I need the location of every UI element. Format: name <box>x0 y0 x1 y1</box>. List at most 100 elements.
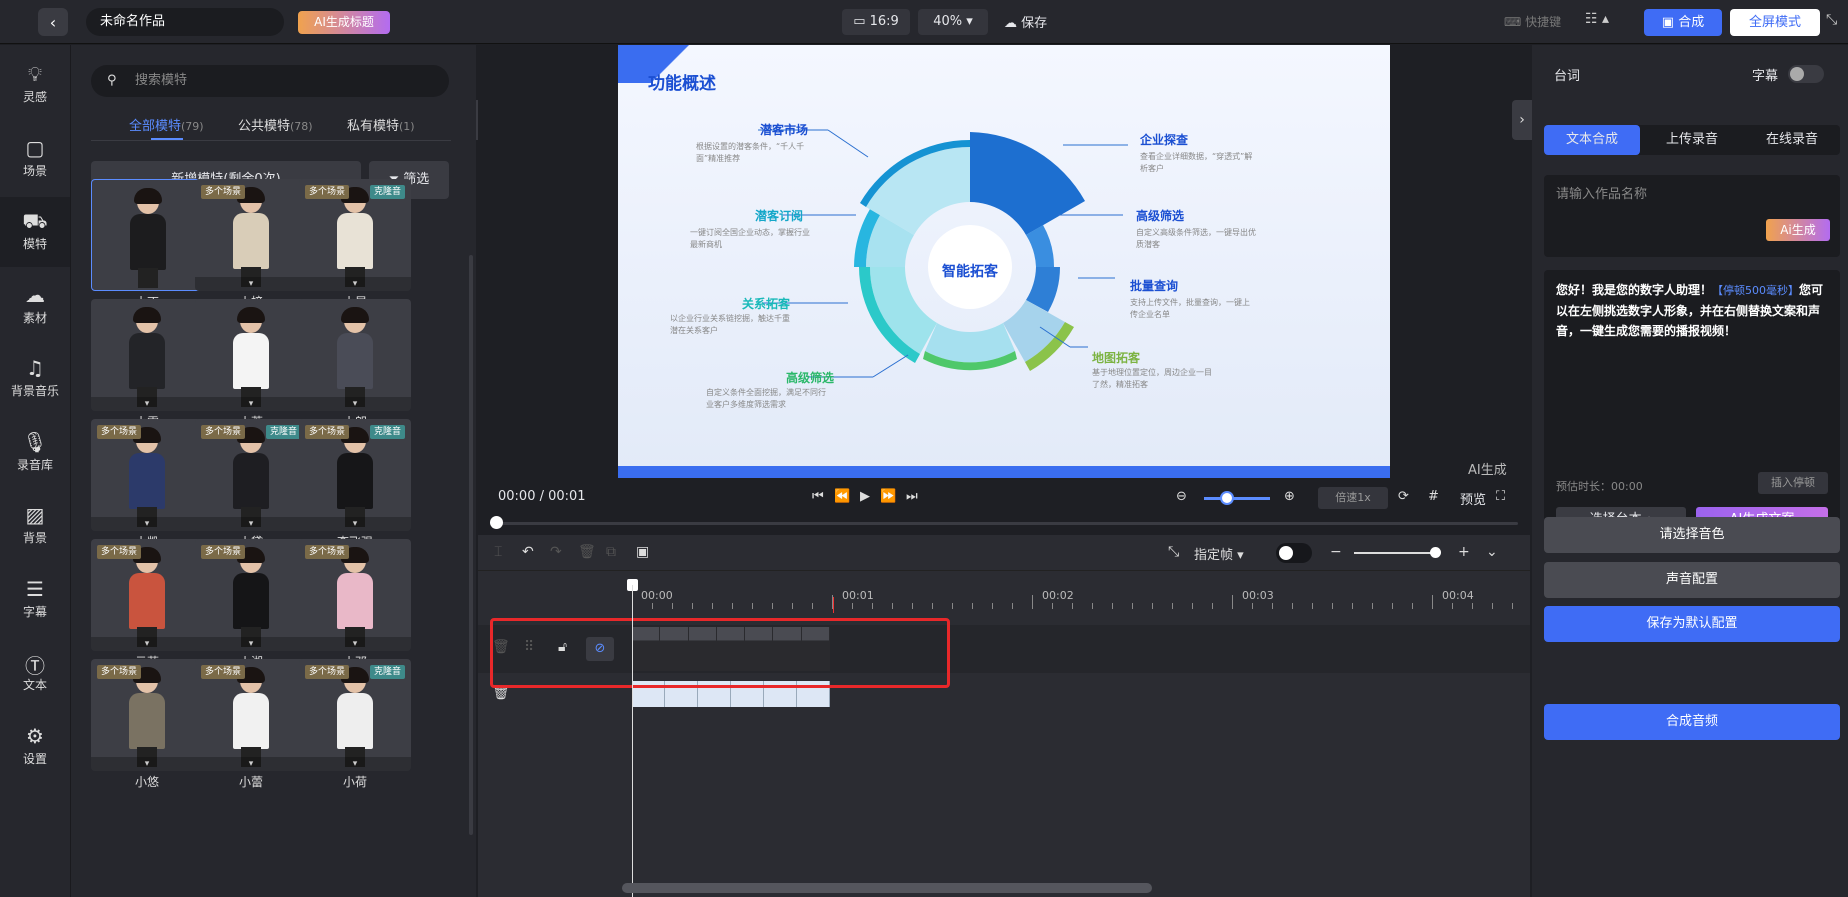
zoom-in-icon[interactable]: ⊕ <box>1284 489 1295 504</box>
timeline-zoom-slider[interactable] <box>1354 552 1436 554</box>
expand-icon[interactable]: ▾ <box>195 637 307 651</box>
model-card[interactable]: ▾ <box>299 299 411 411</box>
preview-button[interactable]: 预览 <box>1460 489 1486 508</box>
model-card[interactable]: 多个场景 ▾ <box>195 179 307 291</box>
collapse-right-button[interactable]: › <box>1512 100 1532 140</box>
nav-item-material[interactable]: ☁ 素材 <box>0 271 70 341</box>
save-button[interactable]: ☁ 保存 <box>1004 12 1047 31</box>
model-card[interactable]: 多个场景 克隆音 ▾ <box>195 419 307 531</box>
model-card[interactable] <box>91 179 203 291</box>
expand-icon[interactable]: ▾ <box>195 517 307 531</box>
shrink-icon[interactable]: ⤡ <box>1168 544 1179 560</box>
model-card[interactable]: 多个场景 克隆音 ▾ <box>299 419 411 531</box>
work-name-input[interactable]: 请输入作品名称 Ai生成 <box>1544 175 1840 257</box>
progress-knob[interactable] <box>490 516 503 529</box>
tab-public-models[interactable]: 公共模特(78) <box>238 115 313 134</box>
layout-menu-icon[interactable]: ☷ ▴ <box>1585 11 1609 27</box>
tab-private-models[interactable]: 私有模特(1) <box>347 115 415 134</box>
expand-icon[interactable]: ⛶ <box>1496 489 1505 504</box>
expand-icon[interactable]: ▾ <box>195 277 307 291</box>
nav-item-background[interactable]: ▨ 背景 <box>0 491 70 561</box>
screenshot-icon[interactable]: ▣ <box>636 544 649 560</box>
nav-item-text[interactable]: Ⓣ 文本 <box>0 638 70 708</box>
nav-item-subtitle[interactable]: ☰ 字幕 <box>0 565 70 635</box>
forward-icon[interactable]: ⏩ <box>880 489 896 504</box>
zoom-slider-knob[interactable] <box>1220 491 1234 505</box>
back-button[interactable]: ‹ <box>38 8 68 36</box>
timeline-scrollbar[interactable] <box>622 883 1152 893</box>
model-card[interactable]: 多个场景 ▾ <box>91 659 203 771</box>
frame-toggle[interactable] <box>1276 543 1312 563</box>
play-icon[interactable]: ▶ <box>860 489 870 504</box>
compose-button[interactable]: ▣ 合成 <box>1644 9 1722 36</box>
tab-all-models[interactable]: 全部模特(79) <box>129 115 204 134</box>
script-text[interactable]: 您好！我是您的数字人助理！【停顿500毫秒】您可以在左侧挑选数字人形象，并在右侧… <box>1556 280 1828 341</box>
copy-icon[interactable]: ⧉ <box>606 544 616 560</box>
undo-icon[interactable]: ↶ <box>522 544 534 560</box>
redo-icon[interactable]: ↷ <box>550 544 562 560</box>
expand-icon[interactable]: ▾ <box>91 637 203 651</box>
collapse-timeline-icon[interactable]: ⌄ <box>1486 544 1498 560</box>
plus-icon[interactable]: + <box>1458 544 1470 560</box>
model-card[interactable]: ▾ <box>195 299 307 411</box>
compose-audio-button[interactable]: 合成音频 <box>1544 704 1840 740</box>
nav-item-inspiration[interactable]: 💡︎ 灵感 <box>0 50 70 120</box>
minus-icon[interactable]: − <box>1330 544 1342 560</box>
ai-title-button[interactable]: AI生成标题 <box>298 11 390 34</box>
nav-item-model[interactable]: ⛟ 模特 <box>0 197 70 267</box>
rewind-icon[interactable]: ⏪ <box>834 489 850 504</box>
playhead[interactable] <box>632 585 633 897</box>
model-card[interactable]: 多个场景 克隆音 ▾ <box>299 179 411 291</box>
delete-icon[interactable]: 🗑︎ <box>578 544 596 560</box>
skip-start-icon[interactable]: ⏮ <box>812 489 824 504</box>
tab-online-recording[interactable]: 在线录音 <box>1744 125 1840 155</box>
ai-generate-button[interactable]: Ai生成 <box>1766 219 1830 241</box>
tab-upload-recording[interactable]: 上传录音 <box>1644 125 1740 155</box>
zoom-select[interactable]: 40% ▾ <box>918 9 988 35</box>
expand-icon[interactable]: ▾ <box>299 397 411 411</box>
timeline-zoom-knob[interactable] <box>1430 547 1441 558</box>
nav-item-music[interactable]: ♫ 背景音乐 <box>0 344 70 414</box>
voice-config-button[interactable]: 声音配置 <box>1544 562 1840 598</box>
model-card[interactable]: 多个场景 克隆音 ▾ <box>299 659 411 771</box>
skip-end-icon[interactable]: ⏭ <box>906 489 918 504</box>
timeline-ruler[interactable]: 00:00 00:01 00:02 00:03 00:04 <box>478 571 1530 615</box>
grid-icon[interactable]: # <box>1428 489 1439 504</box>
model-card[interactable]: 多个场景 ▾ <box>91 419 203 531</box>
shortcut-button[interactable]: ⌨ 快捷键 <box>1504 13 1561 30</box>
expand-icon[interactable]: ▾ <box>299 757 411 771</box>
choose-voice-button[interactable]: 请选择音色 <box>1544 517 1840 553</box>
expand-icon[interactable]: ▾ <box>299 277 411 291</box>
model-card[interactable]: 多个场景 ▾ <box>195 539 307 651</box>
model-card[interactable]: 多个场景 ▾ <box>91 539 203 651</box>
model-scrollbar[interactable] <box>469 255 473 835</box>
script-editor[interactable]: 您好！我是您的数字人助理！【停顿500毫秒】您可以在左侧挑选数字人形象，并在右侧… <box>1544 270 1840 538</box>
nav-item-recording[interactable]: 🎙︎ 录音库 <box>0 418 70 488</box>
fullscreen-button[interactable]: 全屏模式 <box>1730 9 1820 36</box>
expand-icon[interactable]: ▾ <box>299 637 411 651</box>
tab-text-synthesis[interactable]: 文本合成 <box>1544 125 1640 155</box>
nav-item-scene[interactable]: ▢ 场景 <box>0 124 70 194</box>
loop-icon[interactable]: ⟳ <box>1398 489 1409 504</box>
pause-tag[interactable]: 【停顿500毫秒】 <box>1712 284 1799 297</box>
zoom-out-icon[interactable]: ⊖ <box>1176 489 1187 504</box>
model-card[interactable]: 多个场景 ▾ <box>299 539 411 651</box>
save-default-button[interactable]: 保存为默认配置 <box>1544 606 1840 642</box>
search-input[interactable]: ⚲ 搜索模特 <box>91 65 449 97</box>
subtitle-toggle[interactable] <box>1788 65 1824 83</box>
zoom-slider[interactable] <box>1204 497 1270 500</box>
insert-pause-button[interactable]: 插入停顿 <box>1758 472 1828 494</box>
project-name-input[interactable]: 未命名作品 <box>86 8 284 36</box>
expand-icon[interactable]: ▾ <box>195 757 307 771</box>
aspect-ratio-button[interactable]: ▭ 16:9 <box>842 9 910 35</box>
expand-icon[interactable]: ▾ <box>299 517 411 531</box>
expand-icon[interactable]: ▾ <box>195 397 307 411</box>
expand-icon[interactable]: ▾ <box>91 397 203 411</box>
nav-item-settings[interactable]: ⚙ 设置 <box>0 712 70 782</box>
split-icon[interactable]: ⌶ <box>494 544 502 560</box>
collapse-icon[interactable]: ⤡ <box>1826 12 1837 28</box>
progress-bar[interactable] <box>492 522 1518 525</box>
frame-select[interactable]: 指定帧 ▾ <box>1194 544 1244 563</box>
slide-canvas[interactable]: 功能概述 智能拓客 潜客市场 根据设置的潜客条件，“千人千面”精准推荐 潜客订阅… <box>618 45 1390 478</box>
expand-icon[interactable]: ▾ <box>91 517 203 531</box>
